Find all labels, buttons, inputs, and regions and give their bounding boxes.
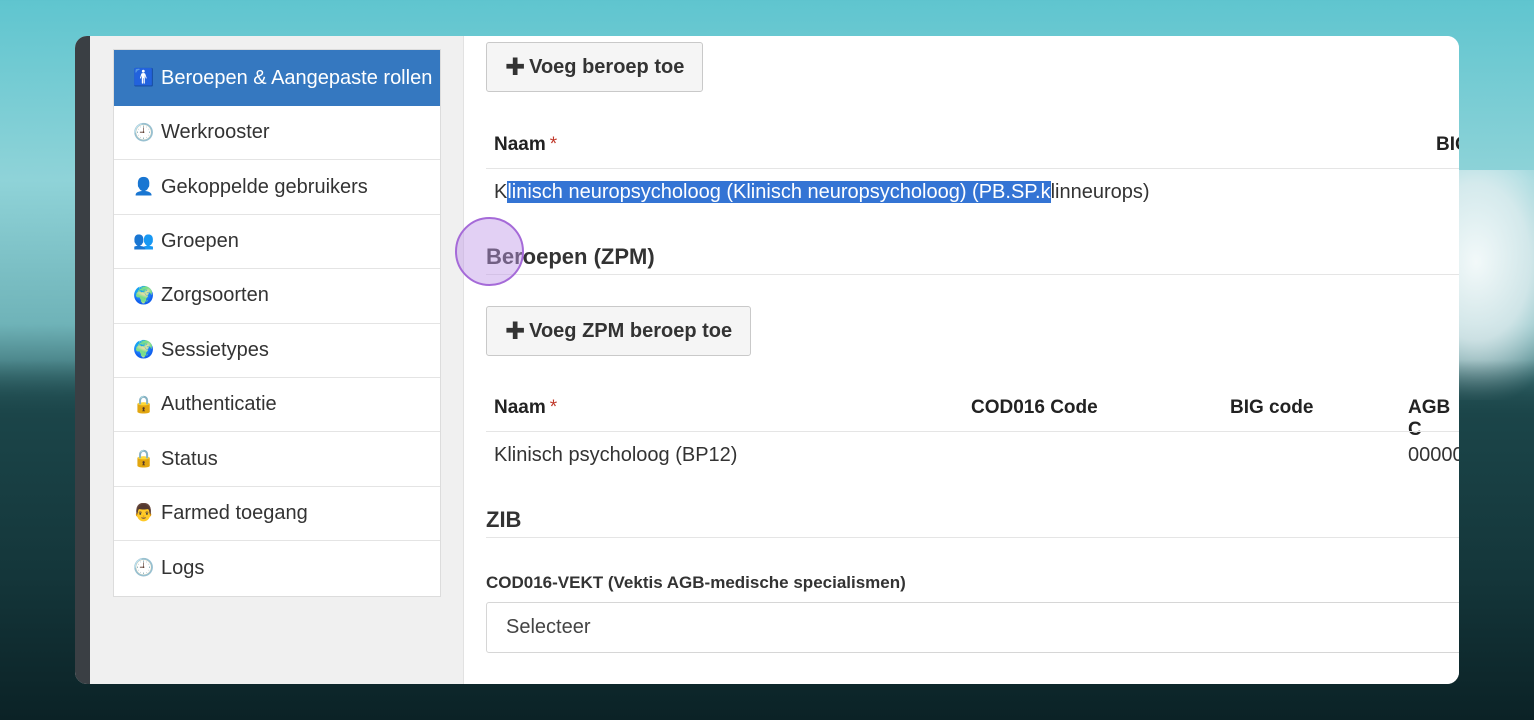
user-icon: 👤	[133, 177, 155, 197]
cursor-highlight	[455, 217, 524, 286]
sidebar-item-label: Sessietypes	[161, 338, 269, 361]
sidebar-item-label: Farmed toegang	[161, 501, 308, 524]
plus-icon: ✚	[505, 53, 526, 81]
sidebar-item-label: Werkrooster	[161, 121, 270, 144]
lock-icon: 🔒	[133, 394, 155, 414]
add-beroep-label: Voeg beroep toe	[529, 55, 685, 78]
big-code-header: BIG code	[1230, 397, 1314, 418]
agb-header: AGB C	[1408, 397, 1451, 440]
zpm-name-header: Naam *	[494, 397, 557, 419]
app-window: 🚹 Beroepen & Aangepaste rollen 🕘 Werkrooste…	[75, 36, 1459, 684]
zpm-title-divider	[486, 274, 1459, 275]
sidebar-item-farmed-toegang[interactable]: 👨 Farmed toegang	[114, 487, 440, 542]
user-doctor-icon: 👨	[133, 503, 155, 523]
person-icon: 🚹	[133, 68, 155, 87]
beroep-row-prefix: K	[494, 181, 508, 203]
add-zpm-beroep-label: Voeg ZPM beroep toe	[529, 319, 733, 342]
main-content: ✚ Voeg beroep toe Naam* BIG Klinisch neu…	[464, 36, 1459, 684]
zib-section-title: ZIB	[486, 507, 522, 532]
sidebar-item-werkrooster[interactable]: 🕘 Werkrooster	[114, 106, 440, 161]
sidebar-item-label: Logs	[161, 556, 205, 579]
sidebar-item-beroepen-aangepaste-rollen[interactable]: 🚹 Beroepen & Aangepaste rollen	[114, 50, 440, 106]
beroep-header-divider	[486, 168, 1459, 169]
selected-text: linisch neuropsycholoog (Klinisch neurop…	[507, 181, 1051, 203]
users-icon: 👥	[133, 231, 155, 251]
beroep-row[interactable]: Klinisch neuropsycholoog (Klinisch neuro…	[494, 181, 1150, 204]
window-left-strip	[75, 36, 90, 684]
zpm-row-name[interactable]: Klinisch psycholoog (BP12)	[494, 444, 737, 467]
sidebar-item-logs[interactable]: 🕘 Logs	[114, 541, 440, 595]
sidebar-item-gekoppelde-gebruikers[interactable]: 👤 Gekoppelde gebruikers	[114, 160, 440, 215]
beroep-big-header: BIG	[1436, 134, 1459, 155]
cod016-vekt-label: COD016-VEKT (Vektis AGB-medische special…	[486, 573, 906, 592]
zib-title-divider	[486, 537, 1459, 538]
plus-icon: ✚	[505, 317, 526, 345]
sidebar-menu: 🚹 Beroepen & Aangepaste rollen 🕘 Werkrooste…	[113, 49, 441, 597]
sidebar-item-label: Groepen	[161, 229, 239, 252]
sidebar: 🚹 Beroepen & Aangepaste rollen 🕘 Werkrooste…	[90, 36, 464, 684]
sidebar-item-label: Zorgsoorten	[161, 284, 269, 307]
select-value: Selecteer	[506, 616, 591, 638]
required-mark: *	[549, 397, 558, 418]
zpm-name-header-text: Naam	[494, 397, 546, 418]
sidebar-item-authenticatie[interactable]: 🔒 Authenticatie	[114, 378, 440, 433]
globe-icon: 🌍	[133, 340, 155, 360]
sidebar-item-label: Status	[161, 447, 218, 470]
zpm-header-divider	[486, 431, 1459, 432]
sidebar-item-label: Authenticatie	[161, 393, 277, 416]
cod016-vekt-select[interactable]: Selecteer	[486, 602, 1459, 653]
globe-icon: 🌍	[133, 285, 155, 305]
beroep-row-suffix: linneurops)	[1050, 181, 1150, 203]
zpm-row-agb: 00000	[1408, 444, 1459, 466]
sidebar-item-groepen[interactable]: 👥 Groepen	[114, 215, 440, 270]
lock-icon: 🔒	[133, 449, 155, 469]
sidebar-item-zorgsoorten[interactable]: 🌍 Zorgsoorten	[114, 269, 440, 324]
beroep-name-header: Naam *	[494, 134, 557, 156]
required-mark: *	[549, 134, 558, 155]
sidebar-item-label: Gekoppelde gebruikers	[161, 175, 368, 198]
sidebar-item-sessietypes[interactable]: 🌍 Sessietypes	[114, 324, 440, 378]
beroep-name-header-text: Naam	[494, 134, 546, 155]
add-zpm-beroep-button[interactable]: ✚ Voeg ZPM beroep toe	[486, 306, 752, 356]
cod016-header: COD016 Code	[971, 397, 1098, 418]
sidebar-item-label: Beroepen & Aangepaste rollen	[161, 66, 433, 89]
clock-icon: 🕘	[133, 122, 155, 142]
add-beroep-button[interactable]: ✚ Voeg beroep toe	[486, 42, 704, 92]
clock-icon: 🕘	[133, 558, 155, 578]
sidebar-item-status[interactable]: 🔒 Status	[114, 432, 440, 487]
